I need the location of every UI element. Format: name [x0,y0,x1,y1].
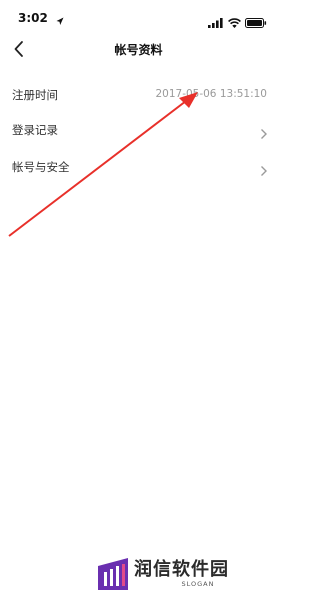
row-register-time: 注册时间 2017-05-06 13:51:10 [0,79,277,113]
row-label: 登录记录 [12,123,58,137]
status-time: 3:02 [18,11,48,25]
row-label: 注册时间 [12,88,58,102]
location-icon [56,11,64,30]
brand-slogan: SLOGAN [181,580,215,588]
row-value: 2017-05-06 13:51:10 [155,88,267,100]
row-label: 帐号与安全 [12,160,70,174]
row-login-records[interactable]: 登录记录 [0,114,277,148]
nav-bar: 帐号资料 [0,34,277,64]
row-account-security[interactable]: 帐号与安全 [0,151,277,185]
page-title: 帐号资料 [114,43,163,57]
brand-logo-icon [98,558,128,590]
watermark: 润信软件园 SLOGAN [98,553,273,593]
brand-name: 润信软件园 [134,559,229,580]
chevron-right-icon [260,162,268,176]
status-icons [208,13,267,32]
battery-icon [245,13,267,32]
chevron-right-icon [260,125,268,139]
wifi-icon [228,13,241,32]
signal-icon [208,13,224,32]
status-bar: 3:02 [0,0,277,34]
